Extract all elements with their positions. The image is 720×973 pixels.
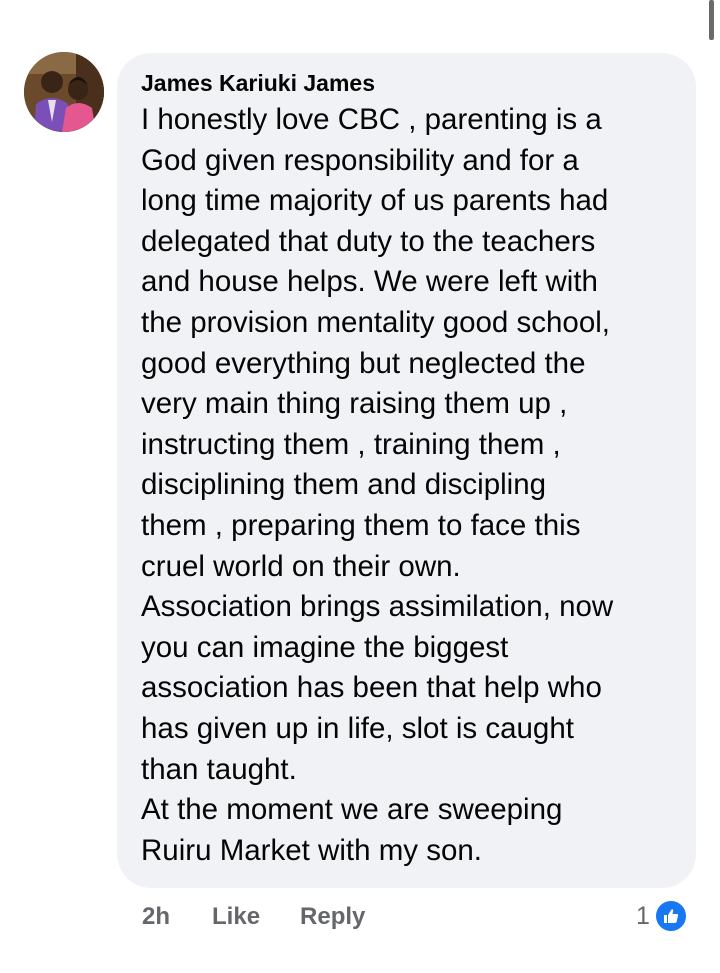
- comment-timestamp[interactable]: 2h: [142, 903, 170, 931]
- avatar-photo: [24, 52, 104, 132]
- comment-line: At the moment we are sweeping: [141, 793, 563, 827]
- comment-line: delegated that duty to the teachers: [141, 224, 596, 258]
- thumbs-up-icon: [653, 899, 688, 933]
- comment-actions: 2h Like Reply: [142, 897, 365, 937]
- comment-line: them , preparing them to face this: [141, 508, 581, 542]
- comment-line: Association brings assimilation, now: [141, 590, 614, 624]
- comment-line: God given responsibility and for a: [141, 143, 579, 177]
- comment-screen: James Kariuki James I honestly love CBC …: [0, 0, 720, 973]
- comment-line: instructing them , training them ,: [141, 427, 561, 461]
- reply-button[interactable]: Reply: [300, 903, 365, 931]
- comment-line: has given up in life, slot is caught: [141, 711, 574, 745]
- reaction-summary[interactable]: 1: [636, 896, 688, 936]
- reaction-count: 1: [636, 901, 650, 930]
- comment-line: association has been that help who: [141, 671, 602, 705]
- comment-line: long time majority of us parents had: [141, 184, 609, 218]
- comment-line: Ruiru Market with my son.: [141, 833, 482, 867]
- like-button[interactable]: Like: [212, 903, 260, 931]
- avatar[interactable]: [24, 52, 104, 132]
- comment-body: I honestly love CBC , parenting is a God…: [141, 100, 672, 871]
- scrollbar[interactable]: [709, 0, 714, 40]
- comment-line: I honestly love CBC , parenting is a: [141, 103, 602, 136]
- comment-bubble: James Kariuki James I honestly love CBC …: [117, 53, 696, 888]
- comment-line: you can imagine the biggest: [141, 630, 509, 664]
- comment-line: good everything but neglected the: [141, 346, 586, 380]
- comment-line: cruel world on their own.: [141, 549, 461, 583]
- comment-author[interactable]: James Kariuki James: [141, 66, 672, 100]
- comment-line: disciplining them and discipling: [141, 468, 547, 502]
- comment-line: very main thing raising them up ,: [141, 387, 568, 421]
- comment-line: than taught.: [141, 752, 297, 786]
- comment-line: and house helps. We were left with: [141, 265, 598, 299]
- comment-line: the provision mentality good school,: [141, 305, 610, 339]
